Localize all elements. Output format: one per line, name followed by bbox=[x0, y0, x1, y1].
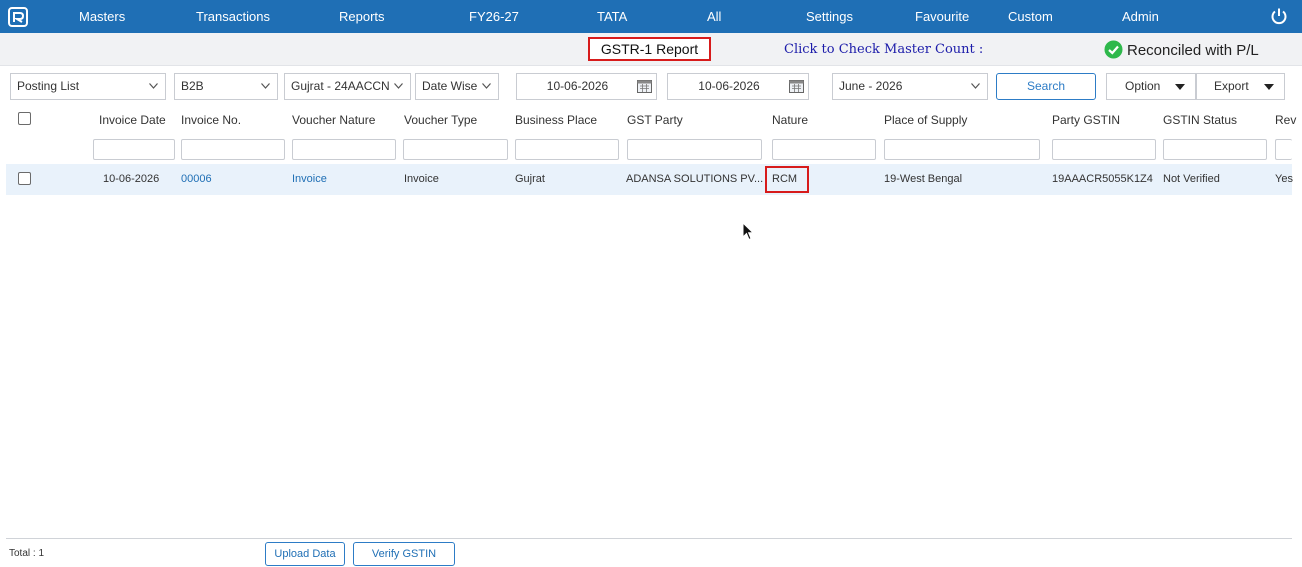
filter-invoice-date[interactable] bbox=[93, 139, 175, 160]
cell-voucher-nature[interactable]: Invoice bbox=[292, 173, 327, 185]
nav-financial-year[interactable]: FY26-27 bbox=[469, 0, 519, 33]
total-count: Total : 1 bbox=[9, 548, 45, 559]
row-checkbox[interactable] bbox=[18, 172, 31, 185]
filter-invoice-no[interactable] bbox=[181, 139, 285, 160]
export-button[interactable]: Export bbox=[1196, 73, 1285, 100]
search-button[interactable]: Search bbox=[996, 73, 1096, 100]
nav-settings[interactable]: Settings bbox=[806, 0, 853, 33]
column-header-invoice-no[interactable]: Invoice No. bbox=[181, 113, 241, 127]
filter-voucher-nature[interactable] bbox=[292, 139, 396, 160]
option-button[interactable]: Option bbox=[1106, 73, 1196, 100]
chevron-down-icon bbox=[971, 83, 980, 89]
filter-voucher-type[interactable] bbox=[403, 139, 508, 160]
nav-company[interactable]: TATA bbox=[597, 0, 627, 33]
cell-invoice-no[interactable]: 00006 bbox=[181, 173, 212, 185]
cell-voucher-type: Invoice bbox=[404, 173, 439, 185]
from-date-value: 10-06-2026 bbox=[546, 79, 609, 93]
cell-party-gstin: 19AAACR5055K1Z4 bbox=[1052, 173, 1153, 185]
cell-gst-party: ADANSA SOLUTIONS PV... bbox=[626, 173, 764, 185]
column-header-gst-party[interactable]: GST Party bbox=[627, 113, 683, 127]
to-date-input[interactable]: 10-06-2026 bbox=[667, 73, 809, 100]
upload-data-button[interactable]: Upload Data bbox=[265, 542, 345, 566]
column-header-voucher-nature[interactable]: Voucher Nature bbox=[292, 113, 375, 127]
footer-bar bbox=[6, 538, 1292, 567]
select-all-checkbox[interactable] bbox=[18, 112, 31, 125]
date-mode-select[interactable]: Date Wise bbox=[415, 73, 499, 100]
chevron-down-icon bbox=[482, 83, 491, 89]
chevron-down-icon bbox=[261, 83, 270, 89]
column-header-nature[interactable]: Nature bbox=[772, 113, 808, 127]
report-header-bar: GSTR-1 Report Click to Check Master Coun… bbox=[0, 33, 1302, 66]
business-place-select[interactable]: Gujrat - 24AACCN bbox=[284, 73, 411, 100]
filter-place-of-supply[interactable] bbox=[884, 139, 1040, 160]
reconciled-label: Reconciled with P/L bbox=[1127, 42, 1259, 59]
nav-transactions[interactable]: Transactions bbox=[196, 0, 270, 33]
to-date-value: 10-06-2026 bbox=[698, 79, 760, 93]
cell-business-place: Gujrat bbox=[515, 173, 545, 185]
check-circle-icon bbox=[1104, 40, 1123, 59]
mouse-pointer-icon bbox=[742, 222, 754, 241]
date-mode-value: Date Wise bbox=[422, 79, 478, 93]
filter-nature[interactable] bbox=[772, 139, 876, 160]
business-place-value: Gujrat - 24AACCN bbox=[291, 79, 390, 93]
list-type-value: Posting List bbox=[17, 79, 80, 93]
cell-invoice-date: 10-06-2026 bbox=[103, 173, 160, 185]
filter-gstin-status[interactable] bbox=[1163, 139, 1267, 160]
report-title: GSTR-1 Report bbox=[588, 37, 711, 61]
export-label: Export bbox=[1214, 79, 1249, 93]
verify-gstin-button[interactable]: Verify GSTIN bbox=[353, 542, 455, 566]
column-header-invoice-date[interactable]: Invoice Date bbox=[99, 113, 166, 127]
calendar-icon[interactable] bbox=[637, 80, 652, 93]
calendar-icon[interactable] bbox=[789, 80, 804, 93]
filter-gst-party[interactable] bbox=[627, 139, 762, 160]
month-select[interactable]: June - 2026 bbox=[832, 73, 988, 100]
caret-down-icon bbox=[1175, 84, 1185, 90]
nav-masters[interactable]: Masters bbox=[79, 0, 125, 33]
nature-highlight-box bbox=[765, 166, 809, 193]
cell-place-of-supply: 19-West Bengal bbox=[884, 173, 963, 185]
cell-rev: Yes bbox=[1275, 173, 1293, 185]
power-icon[interactable] bbox=[1270, 7, 1288, 25]
chevron-down-icon bbox=[149, 83, 158, 89]
column-header-gstin-status[interactable]: GSTIN Status bbox=[1163, 113, 1237, 127]
app-logo-icon[interactable] bbox=[8, 7, 28, 27]
filter-party-gstin[interactable] bbox=[1052, 139, 1156, 160]
category-select[interactable]: B2B bbox=[174, 73, 278, 100]
master-count-link[interactable]: Click to Check Master Count : bbox=[784, 42, 983, 57]
month-value: June - 2026 bbox=[839, 79, 903, 93]
filter-business-place[interactable] bbox=[515, 139, 619, 160]
caret-down-icon bbox=[1264, 84, 1274, 90]
nav-all[interactable]: All bbox=[707, 0, 721, 33]
column-header-business-place[interactable]: Business Place bbox=[515, 113, 597, 127]
nav-favourite[interactable]: Favourite bbox=[915, 0, 969, 33]
list-type-select[interactable]: Posting List bbox=[10, 73, 166, 100]
category-value: B2B bbox=[181, 79, 204, 93]
top-nav-bar: Masters Transactions Reports FY26-27 TAT… bbox=[0, 0, 1302, 33]
nav-admin[interactable]: Admin bbox=[1122, 0, 1159, 33]
nav-reports[interactable]: Reports bbox=[339, 0, 385, 33]
column-header-voucher-type[interactable]: Voucher Type bbox=[404, 113, 477, 127]
column-header-place-of-supply[interactable]: Place of Supply bbox=[884, 113, 967, 127]
option-label: Option bbox=[1125, 79, 1161, 93]
chevron-down-icon bbox=[394, 83, 403, 89]
filter-rev[interactable] bbox=[1275, 139, 1292, 160]
column-header-rev[interactable]: Rev bbox=[1275, 113, 1296, 127]
from-date-input[interactable]: 10-06-2026 bbox=[516, 73, 657, 100]
reconciled-status: Reconciled with P/L bbox=[1104, 40, 1259, 60]
cell-gstin-status: Not Verified bbox=[1163, 173, 1220, 185]
nav-custom[interactable]: Custom bbox=[1008, 0, 1053, 33]
column-header-party-gstin[interactable]: Party GSTIN bbox=[1052, 113, 1120, 127]
